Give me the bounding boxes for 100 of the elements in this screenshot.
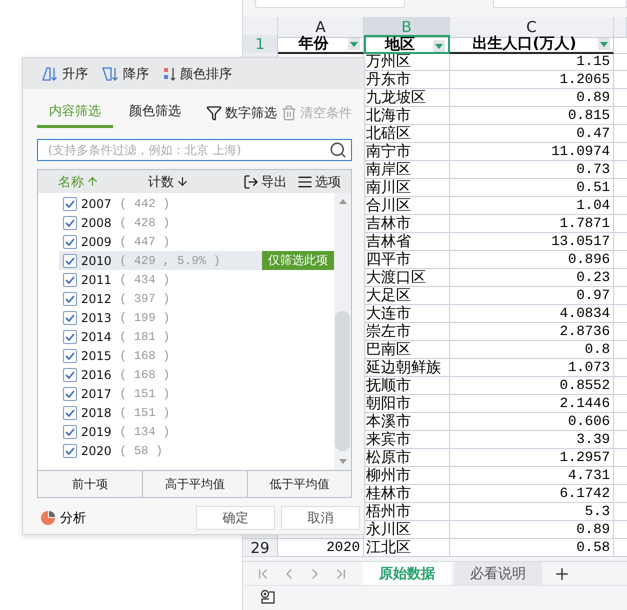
item-label: 2018 xyxy=(81,406,112,420)
checkbox[interactable] xyxy=(63,444,77,458)
quick-filter-button[interactable]: 低于平均值 xyxy=(246,471,351,497)
filter-list-item[interactable]: 2009 ( 447 ) xyxy=(59,232,334,251)
number-filter-button[interactable]: 数字筛选 xyxy=(206,104,277,122)
search-icon xyxy=(329,141,347,159)
checkbox[interactable] xyxy=(63,368,77,382)
checkbox[interactable] xyxy=(63,216,77,230)
menu-icon xyxy=(297,174,313,190)
table-cell: 出生人口(万人) xyxy=(450,35,614,54)
table-cell: 1.04 xyxy=(450,197,614,215)
arrow-down-icon xyxy=(176,175,189,188)
sheet-tab[interactable]: 必看说明 xyxy=(454,562,542,586)
arrow-up-icon xyxy=(86,175,99,188)
table-cell: 11.0974 xyxy=(450,143,614,161)
table-cell: 0.8552 xyxy=(450,377,614,395)
table-cell: 0.58 xyxy=(450,539,614,557)
table-cell: 1.15 xyxy=(450,53,614,71)
item-label: 2009 xyxy=(81,234,112,248)
table-cell: 2.8736 xyxy=(450,323,614,341)
item-label: 2013 xyxy=(81,310,112,324)
item-count: ( 168 ) xyxy=(120,348,170,362)
checkbox[interactable] xyxy=(63,330,77,344)
scrollbar[interactable] xyxy=(334,193,351,470)
checkbox[interactable] xyxy=(63,196,77,210)
filter-dropdown-button[interactable] xyxy=(598,38,610,50)
filter-icon xyxy=(206,105,222,121)
filter-list-item[interactable]: 2020 ( 58 ) xyxy=(59,441,334,460)
checkbox[interactable] xyxy=(63,386,77,400)
item-label: 2012 xyxy=(81,292,112,306)
item-count: ( 428 ) xyxy=(120,216,170,230)
pie-chart-icon xyxy=(41,511,55,525)
table-cell: 13.0517 xyxy=(450,233,614,251)
filter-dropdown-button[interactable] xyxy=(348,38,360,50)
table-cell: 5.3 xyxy=(450,503,614,521)
export-icon xyxy=(243,174,259,190)
scroll-down-icon[interactable] xyxy=(338,459,346,464)
item-label: 2014 xyxy=(81,330,112,344)
table-cell: 1.073 xyxy=(450,359,614,377)
table-cell: 1.2957 xyxy=(450,449,614,467)
item-count: ( 181 ) xyxy=(120,330,170,344)
checkbox[interactable] xyxy=(63,424,77,438)
table-cell: 年份 xyxy=(278,35,364,54)
filter-list-item[interactable]: 2019 ( 134 ) xyxy=(59,422,334,441)
filter-dropdown-button[interactable] xyxy=(433,40,445,52)
formula-field[interactable] xyxy=(493,0,627,8)
item-count: ( 429 , 5.9% ) xyxy=(120,254,220,268)
item-count: ( 168 ) xyxy=(120,368,170,382)
item-label: 2007 xyxy=(81,196,112,210)
filter-list-item[interactable]: 2007 ( 442 ) xyxy=(59,194,334,213)
sort-button[interactable]: 升序 xyxy=(41,64,88,82)
checkbox[interactable] xyxy=(63,272,77,286)
quick-filter-button[interactable]: 高于平均值 xyxy=(142,471,247,497)
item-count: ( 447 ) xyxy=(120,234,170,248)
item-count: ( 151 ) xyxy=(120,406,170,420)
checkbox[interactable] xyxy=(63,406,77,420)
checkbox[interactable] xyxy=(63,310,77,324)
sort-button[interactable]: 颜色排序 xyxy=(163,64,232,82)
table-cell: 2.1446 xyxy=(450,395,614,413)
filter-tab[interactable]: 颜色筛选 xyxy=(117,98,193,128)
cancel-button[interactable]: 取消 xyxy=(281,506,360,530)
table-cell: 1.2065 xyxy=(450,71,614,89)
filter-list-item[interactable]: 2013 ( 199 ) xyxy=(59,308,334,327)
quick-filter-button[interactable]: 前十项 xyxy=(38,471,142,497)
filter-list-item[interactable]: 2012 ( 397 ) xyxy=(59,289,334,308)
options-button[interactable]: 选项 xyxy=(297,172,341,190)
sort-by-count-button[interactable]: 计数 xyxy=(148,172,189,190)
filter-list-item[interactable]: 2011 ( 434 ) xyxy=(59,270,334,289)
filter-list-item[interactable]: 2015 ( 168 ) xyxy=(59,346,334,365)
table-cell: 6.1742 xyxy=(450,485,614,503)
item-label: 2017 xyxy=(81,386,112,400)
filter-list-item[interactable]: 2014 ( 181 ) xyxy=(59,327,334,346)
sort-descending-icon xyxy=(102,64,120,82)
checkbox[interactable] xyxy=(63,234,77,248)
filter-list-item[interactable]: 2008 ( 428 ) xyxy=(59,213,334,232)
filter-list-item[interactable]: 2016 ( 168 ) xyxy=(59,365,334,384)
item-count: ( 442 ) xyxy=(120,196,170,210)
row-header[interactable]: 29 xyxy=(243,539,278,557)
filter-list-item[interactable]: 2010 ( 429 , 5.9% ) 仅筛选此项 xyxy=(59,251,334,270)
item-count: ( 199 ) xyxy=(120,310,170,324)
item-count: ( 151 ) xyxy=(120,386,170,400)
analyze-button[interactable]: 分析 xyxy=(41,509,86,527)
checkbox[interactable] xyxy=(63,348,77,362)
filter-list-item[interactable]: 2018 ( 151 ) xyxy=(59,403,334,422)
sort-button[interactable]: 降序 xyxy=(102,64,149,82)
table-cell: 0.47 xyxy=(450,125,614,143)
export-button[interactable]: 导出 xyxy=(243,172,287,190)
table-cell: 4.731 xyxy=(450,467,614,485)
checkbox[interactable] xyxy=(63,292,77,306)
sort-ascending-icon xyxy=(41,64,59,82)
table-cell: 江北区 xyxy=(364,539,450,557)
item-label: 2011 xyxy=(81,272,112,286)
scroll-up-icon[interactable] xyxy=(338,199,346,204)
checkbox[interactable] xyxy=(63,254,77,268)
filter-list-item[interactable]: 2017 ( 151 ) xyxy=(59,384,334,403)
ok-button[interactable]: 确定 xyxy=(196,506,275,530)
search-field[interactable]: (支持多条件过滤，例如：北京 上海) xyxy=(37,139,352,161)
triangle-down-icon xyxy=(435,44,443,48)
item-label: 2015 xyxy=(81,348,112,362)
table-cell: 地区 xyxy=(364,35,450,54)
